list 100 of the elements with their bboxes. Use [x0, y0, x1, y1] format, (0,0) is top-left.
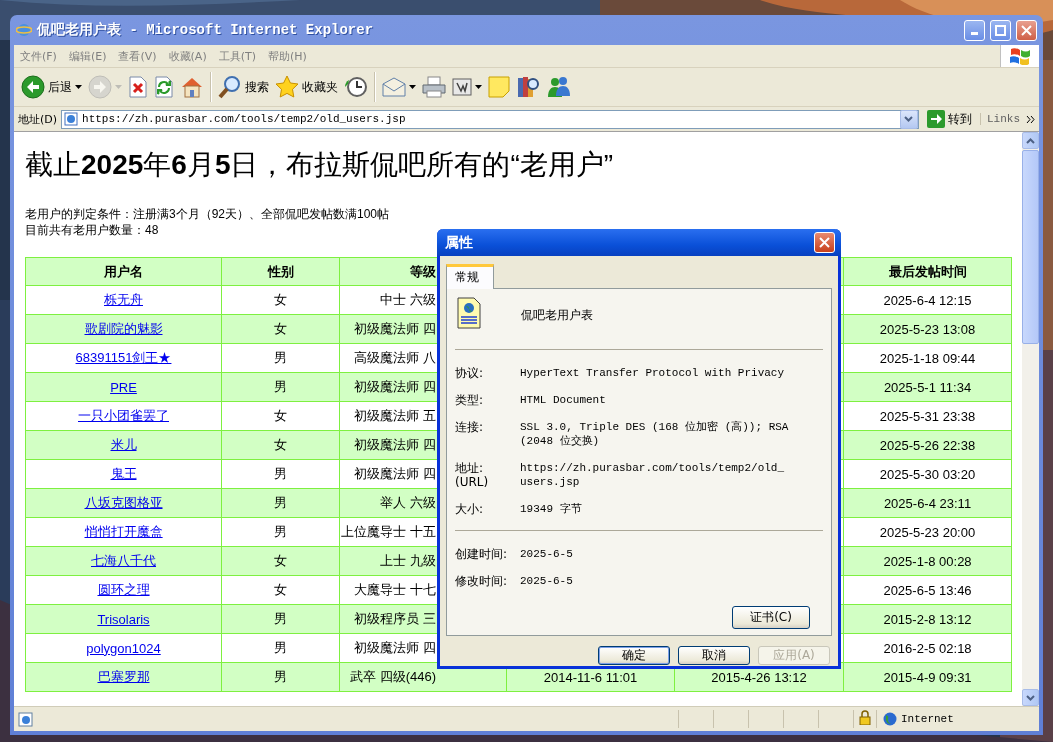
table-cell: 2025-5-1 11:34	[843, 372, 1012, 402]
page-icon	[18, 711, 34, 727]
user-link[interactable]: Trisolaris	[97, 611, 150, 627]
table-cell: 2016-2-5 02:18	[843, 633, 1012, 663]
table-cell: 2025-1-8 00:28	[843, 546, 1012, 576]
table-cell: 男	[221, 343, 340, 373]
column-header: 最后发帖时间	[843, 257, 1012, 286]
file-name: 侃吧老用户表	[521, 307, 593, 324]
star-icon	[275, 75, 299, 99]
table-cell: 2025-1-18 09:44	[843, 343, 1012, 373]
page-icon	[64, 112, 79, 126]
user-link[interactable]: 米儿	[110, 437, 137, 452]
property-value: https://zh.purasbar.com/tools/temp2/old_users.jsp	[520, 461, 786, 489]
scroll-down-button[interactable]	[1022, 689, 1039, 706]
table-cell: 女	[221, 401, 340, 431]
cancel-button[interactable]: 取消	[678, 646, 750, 665]
search-button[interactable]: 搜索	[215, 73, 272, 101]
caret-icon	[475, 85, 482, 89]
stop-icon	[128, 76, 148, 98]
back-button[interactable]: 后退	[18, 73, 85, 101]
books-icon	[516, 75, 540, 99]
table-cell: 女	[221, 575, 340, 605]
info-text: 目前共有老用户数量：48	[25, 222, 159, 238]
caret-icon	[75, 85, 82, 89]
document-icon	[452, 77, 472, 97]
column-header: 用户名	[25, 257, 222, 286]
chevron-down-icon	[1026, 694, 1035, 701]
property-value: HyperText Transfer Protocol with Privacy	[520, 366, 786, 380]
refresh-icon	[154, 76, 174, 98]
scrollbar-thumb[interactable]	[1022, 150, 1039, 344]
table-cell: 2025-5-31 23:38	[843, 401, 1012, 431]
certificate-button[interactable]: 证书(C)	[732, 606, 810, 629]
property-value: HTML Document	[520, 393, 607, 407]
scroll-up-button[interactable]	[1022, 132, 1039, 149]
user-link[interactable]: 巴塞罗那	[97, 669, 150, 684]
links-label[interactable]: Links	[987, 113, 1020, 125]
document-icon	[457, 297, 481, 329]
maximize-button[interactable]	[990, 19, 1011, 41]
favorites-button[interactable]: 收藏夹	[272, 73, 341, 101]
lock-icon	[859, 710, 871, 725]
user-link[interactable]: 七海八千代	[91, 553, 156, 568]
tab[interactable]: 常规	[446, 264, 494, 289]
table-cell: 女	[221, 430, 340, 460]
clock-icon	[344, 75, 368, 99]
property-value: 2025-6-5	[520, 574, 574, 588]
zone-label: Internet	[901, 713, 954, 725]
table-cell: 男	[221, 372, 340, 402]
caret-icon	[409, 85, 416, 89]
property-label: 修改时间:	[455, 574, 509, 588]
table-cell: 男	[221, 633, 340, 663]
property-value: 2025-6-5	[520, 547, 574, 561]
user-link[interactable]: 鬼王	[110, 466, 137, 481]
app-icon	[16, 22, 32, 38]
table-cell: 2025-6-5 13:46	[843, 575, 1012, 605]
minimize-button[interactable]	[964, 19, 985, 41]
table-cell: 男	[221, 662, 340, 692]
close-button[interactable]	[1016, 19, 1037, 41]
note-icon	[488, 76, 510, 98]
table-cell: 2025-6-4 12:15	[843, 285, 1012, 315]
flag-icon	[1009, 47, 1031, 65]
close-icon	[1021, 24, 1032, 36]
chevron-up-icon	[1026, 137, 1035, 144]
table-cell: 男	[221, 459, 340, 489]
dropdown-button[interactable]	[900, 109, 918, 129]
info-text: 老用户的判定条件：注册满3个月（92天）、全部侃吧发帖数满100帖	[25, 206, 390, 222]
minimize-icon	[971, 31, 978, 35]
user-link[interactable]: PRE	[110, 379, 137, 395]
property-label: 创建时间:	[455, 547, 509, 561]
printer-icon	[422, 76, 446, 98]
table-cell: 2025-5-23 13:08	[843, 314, 1012, 344]
address-field[interactable]: https://zh.purasbar.com/tools/temp2/old_users.jsp	[61, 109, 919, 129]
property-label: 地址: (URL)	[455, 461, 490, 489]
dialog-title: 属性	[445, 233, 474, 252]
close-button[interactable]	[814, 232, 835, 253]
mail-button[interactable]	[379, 75, 419, 99]
globe-icon	[883, 712, 897, 726]
chevron-down-icon	[904, 116, 914, 122]
menu-item[interactable]: 工具(T)	[212, 48, 262, 64]
table-cell: 男	[221, 604, 340, 634]
table-cell: 2025-6-4 23:11	[843, 488, 1012, 518]
property-value: 19349 字节	[520, 502, 583, 516]
go-button[interactable]: 转到	[923, 110, 976, 128]
table-cell: 2015-2-8 13:12	[843, 604, 1012, 634]
user-link[interactable]: 栎无舟	[104, 292, 143, 307]
ok-button[interactable]: 确定	[598, 646, 670, 665]
window-title: 侃吧老用户表 - Microsoft Internet Explorer	[37, 21, 375, 39]
search-icon	[218, 75, 242, 99]
table-cell: 2025-5-23 20:00	[843, 517, 1012, 547]
user-link[interactable]: 圆环之理	[97, 582, 150, 597]
property-label: 大小:	[455, 502, 485, 516]
table-cell: 女	[221, 314, 340, 344]
address-label: 地址(D)	[18, 111, 58, 127]
edit-button[interactable]	[449, 75, 485, 99]
close-icon	[819, 237, 830, 248]
table-cell: 2025-5-26 22:38	[843, 430, 1012, 460]
caret-icon	[115, 85, 122, 89]
table-cell: 女	[221, 546, 340, 576]
page-heading: 截止2025年6月5日，布拉斯侃吧所有的“老用户”	[25, 148, 614, 182]
home-icon	[180, 76, 204, 98]
table-cell: 2015-4-9 09:31	[843, 662, 1012, 692]
